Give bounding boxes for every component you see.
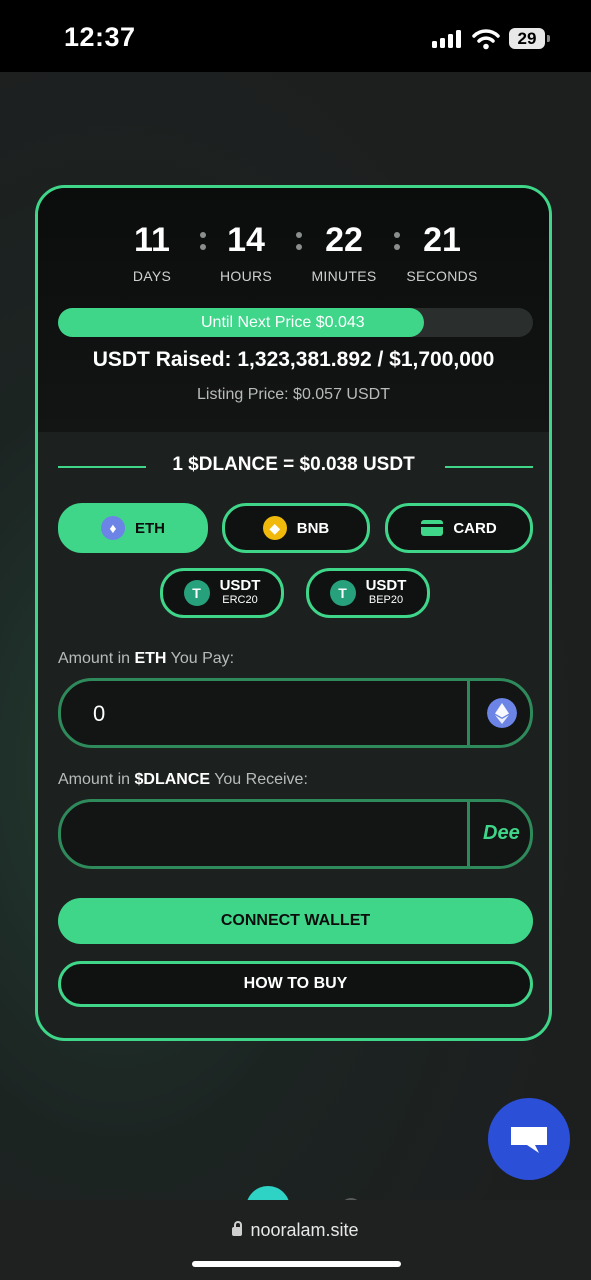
countdown-hours: 14 HOURS	[196, 220, 296, 284]
field-divider	[467, 802, 470, 866]
usdt-erc20-label: USDT ERC20	[220, 578, 261, 608]
pay-with-usdt-bep20-button[interactable]: T USDT BEP20	[306, 568, 430, 618]
eth-icon: ♦	[101, 516, 125, 540]
connect-wallet-button[interactable]: CONNECT WALLET	[58, 898, 533, 944]
countdown-minutes-label: MINUTES	[311, 268, 377, 284]
dlance-token-logo: Dee	[483, 822, 520, 844]
countdown-seconds-label: SECONDS	[406, 268, 478, 284]
price-progress-bar: Until Next Price $0.043	[58, 308, 533, 337]
receive-amount-field: Dee	[58, 799, 533, 869]
countdown-days-value: 11	[134, 221, 170, 259]
pay-eth-label: ETH	[135, 519, 165, 537]
pay-with-usdt-erc20-button[interactable]: T USDT ERC20	[160, 568, 284, 618]
exchange-rate-text: 1 $DLANCE = $0.038 USDT	[172, 454, 415, 475]
pay-bnb-label: BNB	[296, 519, 330, 537]
usdt-bep20-token: USDT	[365, 577, 407, 594]
pay-with-eth-button[interactable]: ♦ ETH	[58, 503, 208, 553]
lock-icon	[232, 1221, 243, 1236]
credit-card-icon	[421, 520, 444, 536]
receive-amount-label: Amount in $DLANCE You Receive:	[58, 771, 308, 788]
countdown-days-label: DAYS	[132, 268, 172, 284]
price-progress-label: Until Next Price $0.043	[201, 314, 365, 331]
pay-amount-label: Amount in ETH You Pay:	[58, 650, 235, 667]
battery-cap	[547, 35, 550, 42]
pay-amount-input[interactable]	[91, 698, 455, 730]
pay-amount-field	[58, 678, 533, 748]
countdown-minutes-value: 22	[325, 221, 363, 259]
home-indicator[interactable]	[192, 1261, 401, 1267]
signal-icon	[432, 30, 464, 48]
countdown-seconds-value: 21	[423, 221, 461, 259]
tether-icon: T	[329, 580, 356, 606]
status-bar: 12:37 29	[0, 0, 591, 72]
usdt-erc20-network: ERC20	[222, 594, 258, 606]
pay-card-label: CARD	[453, 519, 497, 537]
countdown-hours-value: 14	[227, 221, 265, 259]
status-time: 12:37	[64, 22, 136, 52]
url-text: nooralam.site	[250, 1220, 359, 1240]
usdt-raised-text: USDT Raised: 1,323,381.892 / $1,700,000	[92, 348, 495, 371]
countdown-seconds: 21 SECONDS	[392, 220, 492, 284]
presale-widget: 11 DAYS 14 HOURS 22 MINUTES 21 SECONDS U…	[35, 185, 552, 1041]
wifi-icon	[472, 29, 500, 50]
usdt-bep20-label: USDT BEP20	[366, 578, 407, 608]
battery-icon: 29	[509, 28, 545, 49]
pay-with-bnb-button[interactable]: ◆ BNB	[222, 503, 370, 553]
pay-with-card-button[interactable]: CARD	[385, 503, 533, 553]
bnb-icon: ◆	[262, 516, 287, 540]
presale-header: 11 DAYS 14 HOURS 22 MINUTES 21 SECONDS U…	[38, 188, 549, 432]
eth-icon	[487, 698, 517, 728]
usdt-erc20-token: USDT	[219, 577, 261, 594]
rate-divider-right	[445, 466, 533, 468]
chat-icon	[511, 1127, 547, 1153]
address-bar[interactable]: nooralam.site	[0, 1220, 591, 1241]
listing-price-text: Listing Price: $0.057 USDT	[197, 386, 390, 403]
receive-amount-input[interactable]	[91, 819, 455, 851]
countdown-minutes: 22 MINUTES	[294, 220, 394, 284]
field-divider	[467, 681, 470, 745]
how-to-buy-button[interactable]: HOW TO BUY	[58, 961, 533, 1007]
countdown-hours-label: HOURS	[219, 268, 273, 284]
usdt-bep20-network: BEP20	[368, 594, 404, 606]
countdown-days: 11 DAYS	[102, 220, 202, 284]
chat-button[interactable]	[488, 1098, 570, 1180]
tether-icon: T	[183, 580, 210, 606]
